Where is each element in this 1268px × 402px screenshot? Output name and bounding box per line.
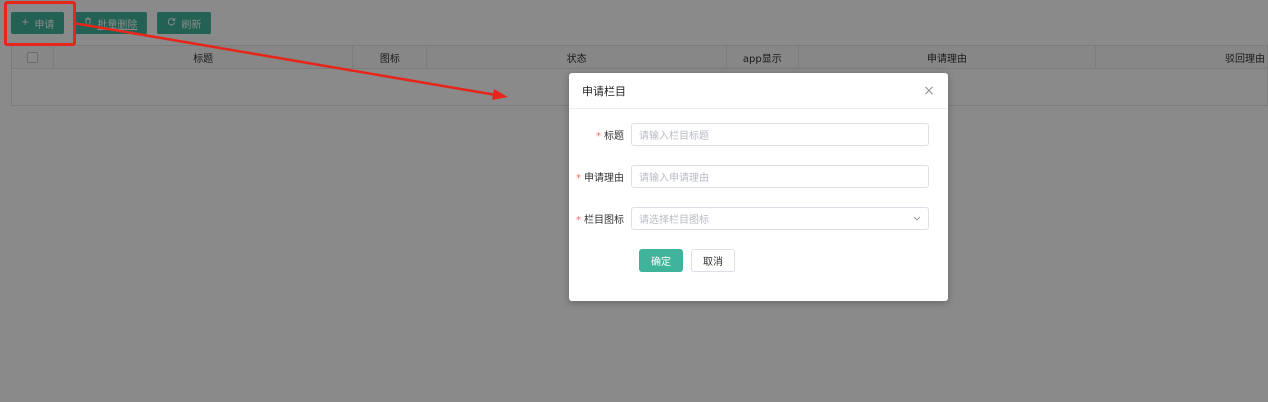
confirm-button[interactable]: 确定 (639, 249, 683, 272)
title-label: * 标题 (596, 131, 624, 142)
cancel-button[interactable]: 取消 (691, 249, 735, 272)
icon-select-placeholder: 请选择栏目图标 (639, 215, 709, 226)
icon-select[interactable]: 请选择栏目图标 (631, 207, 929, 230)
reason-label: * 申请理由 (576, 173, 624, 184)
dialog-title: 申请栏目 (582, 84, 626, 98)
required-asterisk: * (576, 215, 581, 226)
required-asterisk: * (596, 131, 601, 142)
title-input[interactable]: 请输入栏目标题 (631, 123, 929, 146)
apply-column-dialog: 申请栏目 × * 标题 请输入栏目标题 * 申请理由 请输入申请理由 * 栏目图标 请… (569, 73, 948, 301)
dialog-header: 申请栏目 × (569, 73, 948, 109)
dialog-actions: 确定 取消 (639, 249, 735, 272)
chevron-down-icon (913, 214, 921, 224)
title-input-placeholder: 请输入栏目标题 (639, 131, 709, 142)
reason-input-placeholder: 请输入申请理由 (639, 173, 709, 184)
page: + 申请 批量删除 刷新 标题 图标 状态 app显示 申请理由 驳回理由 申请… (0, 0, 1268, 402)
required-asterisk: * (576, 173, 581, 184)
close-icon[interactable]: × (922, 84, 936, 98)
icon-label: * 栏目图标 (576, 215, 624, 226)
reason-input[interactable]: 请输入申请理由 (631, 165, 929, 188)
form-row-icon: * 栏目图标 请选择栏目图标 (569, 207, 929, 230)
form-row-title: * 标题 请输入栏目标题 (569, 123, 929, 146)
form-row-reason: * 申请理由 请输入申请理由 (569, 165, 929, 188)
